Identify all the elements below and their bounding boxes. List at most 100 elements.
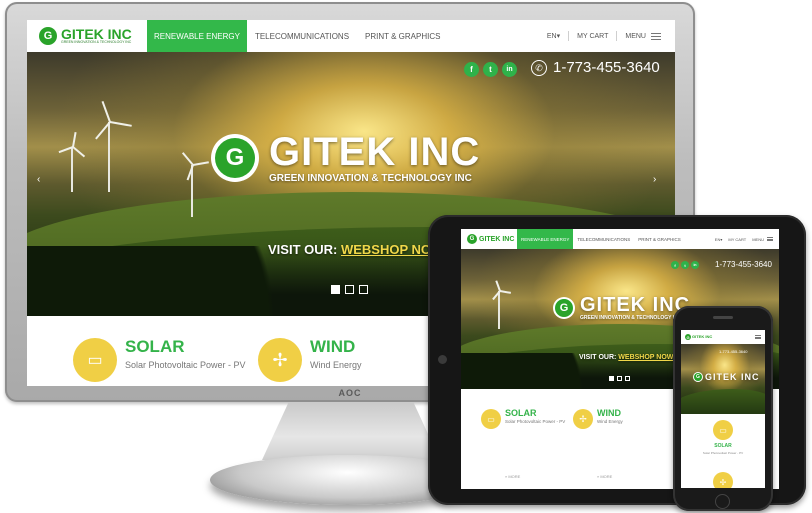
monitor-brand-logo: AOC bbox=[338, 388, 362, 398]
feature-subtitle: Wind Energy bbox=[310, 360, 362, 370]
hero-logo: G GITEK INC GREEN INNOVATION & TECHNOLOG… bbox=[553, 295, 690, 321]
more-link[interactable]: » MORE bbox=[597, 474, 623, 479]
hamburger-icon[interactable] bbox=[651, 32, 661, 40]
menu-label[interactable]: MENU bbox=[617, 33, 651, 40]
tablet-site-logo[interactable]: G GITEK INC bbox=[461, 229, 517, 249]
hero-title: GITEK INC bbox=[580, 294, 691, 316]
wind-turbine-icon bbox=[489, 279, 512, 329]
hero-logo: G GITEK INC bbox=[693, 372, 760, 382]
slider-dot-active[interactable] bbox=[609, 376, 614, 381]
feature-subtitle: Solar Photovoltaic Power - PV bbox=[505, 419, 566, 424]
feature-wind[interactable]: ✢ WIND Wind Energy » MORE bbox=[573, 409, 623, 479]
prev-slide-arrow-icon[interactable]: ‹ bbox=[37, 174, 40, 185]
slider-dots bbox=[609, 376, 630, 381]
social-links: f t in bbox=[464, 62, 521, 77]
feature-title: WIND bbox=[597, 408, 621, 418]
next-slide-arrow-icon[interactable]: › bbox=[653, 174, 656, 185]
hamburger-icon[interactable] bbox=[755, 335, 761, 339]
hill-foreground bbox=[681, 389, 765, 414]
feature-solar[interactable]: ▭ SOLAR Solar Photovoltaic Power - PV » … bbox=[481, 409, 565, 479]
hero-logo: G GITEK INC GREEN INNOVATION & TECHNOLOG… bbox=[211, 132, 480, 184]
linkedin-icon[interactable]: in bbox=[691, 261, 699, 269]
phone-device: G GITEK INC 1-773-455-3640 G GITEK INC ▭… bbox=[673, 306, 773, 511]
slider-dots bbox=[331, 285, 368, 294]
phone-number[interactable]: 1-773-455-3640 bbox=[715, 260, 772, 269]
solar-panel-icon: ▭ bbox=[73, 338, 117, 382]
twitter-icon[interactable]: t bbox=[681, 261, 689, 269]
logo-g-icon: G bbox=[39, 27, 57, 45]
hero-logo-mark-icon: G bbox=[693, 372, 703, 382]
webshop-callout: VISIT OUR: WEBSHOP NOW! bbox=[579, 354, 676, 361]
social-links: f t in bbox=[671, 261, 701, 269]
my-cart-link[interactable]: MY CART bbox=[569, 33, 616, 40]
logo-name: GITEK INC bbox=[61, 26, 132, 43]
hero-title: GITEK INC bbox=[705, 371, 760, 382]
phone-number[interactable]: 1-773-455-3640 bbox=[719, 349, 747, 354]
feature-wind[interactable]: ✢ WIND Wind Energy bbox=[258, 338, 362, 382]
phone-features: ▭ SOLAR Solar Photovoltaic Power - PV ✢ bbox=[681, 414, 765, 488]
nav-renewable-energy[interactable]: RENEWABLE ENERGY bbox=[517, 229, 574, 249]
logo-tagline: GREEN INNOVATION & TECHNOLOGY INC bbox=[61, 40, 132, 45]
twitter-icon[interactable]: t bbox=[483, 62, 498, 77]
wind-turbine-icon: ✢ bbox=[713, 472, 733, 488]
tablet-navbar: G GITEK INC RENEWABLE ENERGY TELECOMMUNI… bbox=[461, 229, 779, 249]
slider-dot[interactable] bbox=[625, 376, 630, 381]
hamburger-icon[interactable] bbox=[767, 237, 773, 241]
phone-number[interactable]: 1-773-455-3640 bbox=[553, 59, 660, 76]
nav-telecommunications[interactable]: TELECOMMUNICATIONS bbox=[247, 20, 357, 52]
nav-print-graphics[interactable]: PRINT & GRAPHICS bbox=[634, 229, 684, 249]
monitor-neck bbox=[262, 402, 440, 460]
hero-logo-mark-icon: G bbox=[553, 297, 575, 319]
feature-subtitle: Solar Photovoltaic Power - PV bbox=[702, 451, 744, 455]
phone-screen: G GITEK INC 1-773-455-3640 G GITEK INC ▭… bbox=[681, 330, 765, 488]
solar-panel-icon: ▭ bbox=[481, 409, 501, 429]
phone-hero: 1-773-455-3640 G GITEK INC bbox=[681, 344, 765, 414]
webshop-callout: VISIT OUR: WEBSHOP NOW! bbox=[268, 242, 448, 257]
feature-title: SOLAR bbox=[714, 443, 732, 449]
nav-telecommunications[interactable]: TELECOMMUNICATIONS bbox=[573, 229, 634, 249]
visit-prefix: VISIT OUR: bbox=[268, 242, 338, 257]
solar-panel-icon: ▭ bbox=[713, 420, 733, 440]
phone-navbar: G GITEK INC bbox=[681, 330, 765, 344]
phone-icon: ✆ bbox=[531, 60, 547, 76]
hero-logo-mark-icon: G bbox=[211, 134, 259, 182]
nav-print-graphics[interactable]: PRINT & GRAPHICS bbox=[357, 20, 448, 52]
language-select[interactable]: EN▾ bbox=[712, 237, 726, 242]
language-select[interactable]: EN▾ bbox=[539, 32, 568, 40]
phone-home-button[interactable] bbox=[715, 494, 730, 509]
wind-turbine-icon bbox=[89, 100, 132, 192]
feature-solar[interactable]: ▭ SOLAR Solar Photovoltaic Power - PV bbox=[73, 338, 246, 382]
phone-site-logo[interactable]: G GITEK INC bbox=[681, 330, 712, 344]
nav-renewable-energy[interactable]: RENEWABLE ENERGY bbox=[147, 20, 247, 52]
wind-turbine-icon bbox=[57, 132, 87, 192]
phone-speaker bbox=[713, 316, 733, 319]
wind-turbine-icon: ✢ bbox=[573, 409, 593, 429]
my-cart-link[interactable]: MY CART bbox=[725, 237, 749, 242]
logo-name: GITEK INC bbox=[479, 235, 515, 243]
wind-turbine-icon: ✢ bbox=[258, 338, 302, 382]
slider-dot-active[interactable] bbox=[331, 285, 340, 294]
hero-subtitle: GREEN INNOVATION & TECHNOLOGY INC bbox=[269, 173, 472, 184]
menu-label[interactable]: MENU bbox=[749, 237, 767, 242]
slider-dot[interactable] bbox=[345, 285, 354, 294]
more-link[interactable]: » MORE bbox=[505, 474, 565, 479]
tablet-camera bbox=[438, 355, 447, 364]
wind-turbine-icon bbox=[177, 147, 209, 217]
feature-title: SOLAR bbox=[505, 408, 537, 418]
slider-dot[interactable] bbox=[617, 376, 622, 381]
feature-title: WIND bbox=[310, 337, 356, 356]
hero-title: GITEK INC bbox=[269, 130, 481, 174]
webshop-link[interactable]: WEBSHOP NOW! bbox=[618, 354, 675, 361]
logo-g-icon: G bbox=[467, 234, 477, 244]
logo-name: GITEK INC bbox=[692, 334, 713, 339]
logo-g-icon: G bbox=[685, 334, 691, 340]
linkedin-icon[interactable]: in bbox=[502, 62, 517, 77]
feature-subtitle: Wind Energy bbox=[597, 419, 623, 424]
main-navbar: G GITEK INC GREEN INNOVATION & TECHNOLOG… bbox=[27, 20, 675, 52]
feature-title: SOLAR bbox=[125, 337, 185, 356]
facebook-icon[interactable]: f bbox=[464, 62, 479, 77]
slider-dot[interactable] bbox=[359, 285, 368, 294]
site-logo[interactable]: G GITEK INC GREEN INNOVATION & TECHNOLOG… bbox=[27, 20, 147, 52]
feature-subtitle: Solar Photovoltaic Power - PV bbox=[125, 360, 246, 370]
facebook-icon[interactable]: f bbox=[671, 261, 679, 269]
